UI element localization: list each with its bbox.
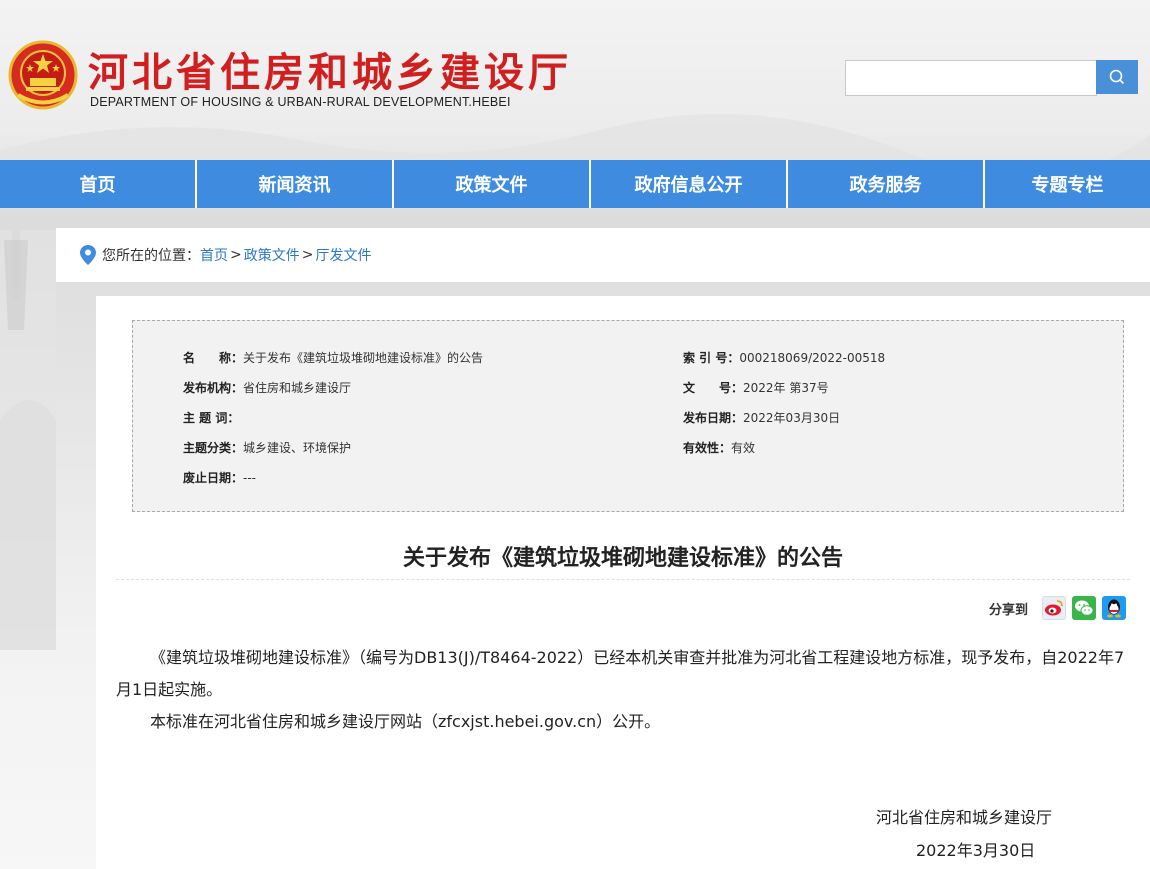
nav-item-home[interactable]: 首页	[0, 160, 197, 208]
weibo-share-button[interactable]	[1042, 596, 1067, 620]
meta-index: 索 引 号：000218069/2022-00518	[683, 351, 886, 365]
article-panel: 名 称：关于发布《建筑垃圾堆砌地建设标准》的公告 索 引 号：000218069…	[96, 296, 1150, 869]
article-body: 《建筑垃圾堆砌地建设标准》（编号为DB13(J)/T8464-2022）已经本机…	[116, 642, 1130, 738]
nav-item-news[interactable]: 新闻资讯	[197, 160, 394, 208]
nav-item-services[interactable]: 政务服务	[788, 160, 985, 208]
nav-item-topics[interactable]: 专题专栏	[985, 160, 1150, 208]
nav-item-gov-info[interactable]: 政府信息公开	[591, 160, 788, 208]
qq-share-button[interactable]	[1102, 596, 1127, 620]
qq-icon	[1107, 599, 1122, 618]
title-divider	[116, 579, 1130, 580]
location-pin-icon	[80, 245, 96, 265]
breadcrumb-prefix: 您所在的位置：	[102, 248, 200, 264]
share-label: 分享到	[989, 602, 1029, 618]
meta-category: 主题分类：城乡建设、环境保护	[183, 441, 352, 455]
breadcrumb-separator: >	[301, 247, 314, 263]
search-input[interactable]	[845, 60, 1097, 96]
article-paragraph: 本标准在河北省住房和城乡建设厅网站（zfcxjst.hebei.gov.cn）公…	[150, 712, 661, 731]
meta-keyword: 主 题 词：	[183, 411, 240, 425]
breadcrumb-policy[interactable]: 政策文件	[244, 245, 300, 265]
meta-validity: 有效性：有效	[683, 441, 756, 455]
breadcrumb-dept-docs[interactable]: 厅发文件	[315, 245, 371, 265]
signature-organization: 河北省住房和城乡建设厅	[876, 808, 1053, 827]
meta-org: 发布机构：省住房和城乡建设厅	[183, 381, 352, 395]
breadcrumb-home[interactable]: 首页	[200, 245, 228, 265]
search-icon	[1109, 69, 1125, 85]
main-nav: 首页 新闻资讯 政策文件 政府信息公开 政务服务 专题专栏	[0, 160, 1150, 208]
meta-doc-number: 文 号：2022年 第37号	[683, 381, 829, 395]
meta-abolish-date: 废止日期：---	[183, 471, 257, 485]
meta-name: 名 称：关于发布《建筑垃圾堆砌地建设标准》的公告	[183, 351, 484, 365]
share-bar: 分享到	[989, 595, 1127, 621]
site-subtitle: DEPARTMENT OF HOUSING & URBAN-RURAL DEVE…	[90, 95, 511, 109]
article-paragraph: 《建筑垃圾堆砌地建设标准》（编号为DB13(J)/T8464-2022）已经本机…	[116, 648, 1125, 699]
wechat-icon	[1075, 600, 1094, 616]
search-button[interactable]	[1096, 60, 1138, 94]
breadcrumb-separator: >	[230, 247, 242, 263]
breadcrumb: 您所在的位置： 首页 > 政策文件 > 厅发文件	[56, 228, 1150, 282]
weibo-icon	[1045, 600, 1063, 616]
meta-date: 发布日期：2022年03月30日	[683, 411, 841, 425]
document-metadata: 名 称：关于发布《建筑垃圾堆砌地建设标准》的公告 索 引 号：000218069…	[132, 320, 1124, 512]
site-header: 河北省住房和城乡建设厅 DEPARTMENT OF HOUSING & URBA…	[0, 0, 1150, 160]
wechat-share-button[interactable]	[1072, 596, 1097, 620]
article-title: 关于发布《建筑垃圾堆砌地建设标准》的公告	[402, 546, 843, 571]
national-emblem-icon	[8, 40, 78, 110]
nav-item-policy[interactable]: 政策文件	[394, 160, 591, 208]
site-title: 河北省住房和城乡建设厅	[88, 50, 572, 96]
signature-date: 2022年3月30日	[916, 841, 1036, 860]
